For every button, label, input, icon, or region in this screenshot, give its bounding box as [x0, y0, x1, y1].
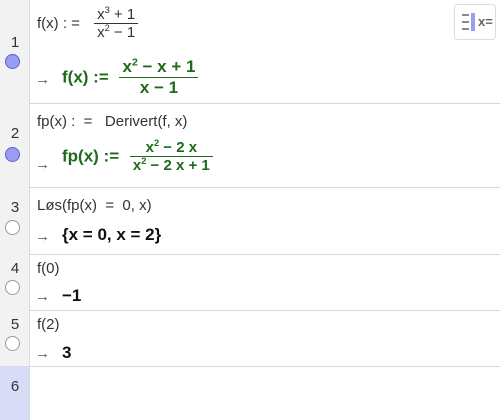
- input-numerator-rest: + 1: [109, 6, 136, 23]
- row-number: 4: [10, 260, 20, 277]
- visibility-toggle-icon[interactable]: [5, 280, 20, 295]
- cas-output: −1: [62, 286, 82, 305]
- output-numerator: x: [145, 139, 154, 156]
- row-number: 5: [10, 316, 20, 333]
- output-prefix: f(x) :=: [62, 67, 109, 87]
- output-arrow-icon: →: [35, 288, 50, 305]
- row-number: 3: [10, 199, 20, 216]
- input-fraction: x3 + 1 x2 − 1: [94, 5, 139, 41]
- row-number: 2: [10, 125, 20, 142]
- cas-output: f(x) := x2 − x + 1 x − 1: [62, 57, 199, 98]
- visibility-toggle-icon[interactable]: [5, 54, 20, 69]
- algebra-input-toggle-button[interactable]: x=: [454, 4, 496, 40]
- cas-input[interactable]: Løs(fp(x) = 0, x): [37, 197, 152, 214]
- output-prefix: fp(x) :=: [62, 146, 120, 166]
- input-prefix: f(x) : =: [37, 15, 80, 32]
- row-number: 1: [10, 34, 20, 51]
- cas-input[interactable]: f(0): [37, 260, 60, 277]
- cas-input[interactable]: f(2): [37, 316, 60, 333]
- output-numerator-rest: − x + 1: [137, 57, 196, 76]
- cas-input-empty[interactable]: [37, 378, 487, 398]
- output-numerator: x: [122, 57, 132, 76]
- visibility-toggle-icon[interactable]: [5, 336, 20, 351]
- cas-row-2[interactable]: 2 fp(x) : = Derivert(f, x) → fp(x) := x2…: [0, 103, 500, 188]
- row-gutter: [0, 0, 30, 103]
- cas-row-1[interactable]: 1 f(x) : = x3 + 1 x2 − 1 → f(x) := x2 − …: [0, 0, 500, 104]
- visibility-toggle-icon[interactable]: [5, 220, 20, 235]
- cas-row-5[interactable]: 5 f(2) → 3: [0, 310, 500, 367]
- output-fraction: x2 − 2 x x2 − 2 x + 1: [129, 138, 213, 174]
- input-numerator: x: [97, 6, 105, 23]
- output-arrow-icon: →: [35, 345, 50, 362]
- output-arrow-icon: →: [35, 156, 50, 173]
- cas-row-4[interactable]: 4 f(0) → −1: [0, 254, 500, 311]
- input-denominator: x: [97, 24, 105, 41]
- row-number: 6: [10, 378, 20, 395]
- output-denominator: x − 1: [139, 78, 179, 97]
- cas-row-3[interactable]: 3 Løs(fp(x) = 0, x) → {x = 0, x = 2}: [0, 187, 500, 255]
- toggle-label: x=: [478, 14, 493, 29]
- cas-output: fp(x) := x2 − 2 x x2 − 2 x + 1: [62, 138, 213, 174]
- cas-row-6[interactable]: 6: [0, 366, 500, 420]
- cas-output: {x = 0, x = 2}: [62, 225, 162, 244]
- output-fraction: x2 − x + 1 x − 1: [119, 57, 199, 98]
- visibility-toggle-icon[interactable]: [5, 147, 20, 162]
- row-gutter: [0, 103, 30, 187]
- output-denominator: x: [132, 157, 142, 174]
- output-denominator-rest: − 2 x + 1: [146, 157, 210, 174]
- output-numerator-rest: − 2 x: [159, 139, 198, 156]
- cas-output: 3: [62, 343, 72, 362]
- output-arrow-icon: →: [35, 71, 50, 88]
- cas-input[interactable]: f(x) : = x3 + 1 x2 − 1: [37, 5, 139, 41]
- output-arrow-icon: →: [35, 228, 50, 245]
- input-denominator-rest: − 1: [109, 24, 136, 41]
- cas-input[interactable]: fp(x) : = Derivert(f, x): [37, 113, 187, 130]
